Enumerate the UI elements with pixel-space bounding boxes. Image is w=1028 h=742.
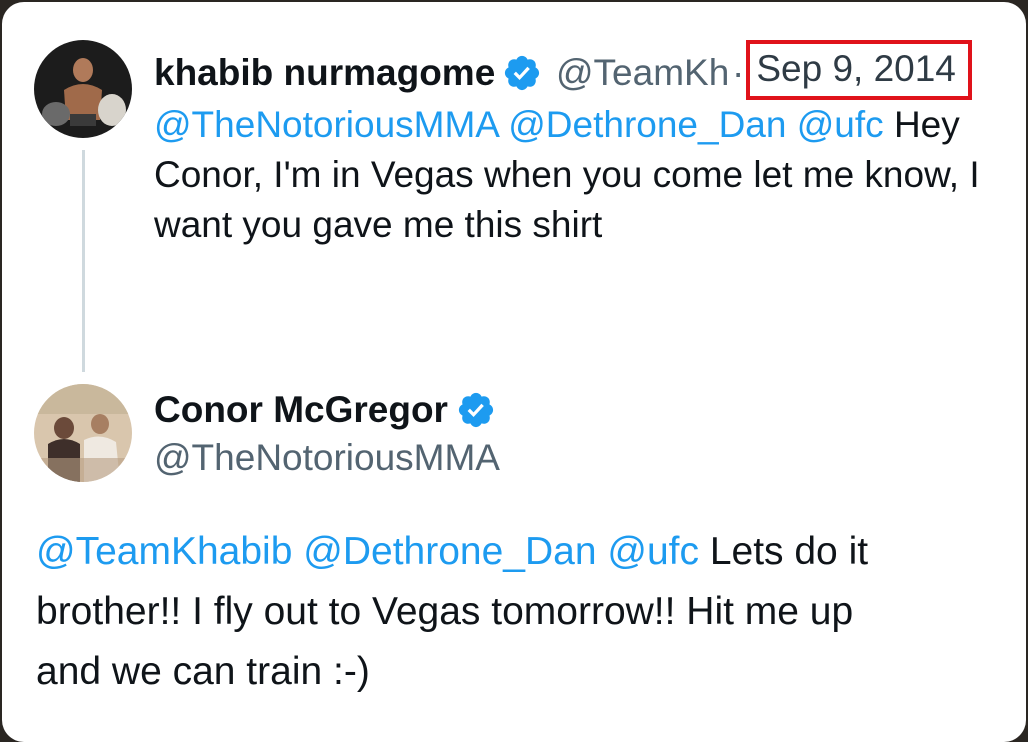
thread-connector-line	[82, 150, 85, 372]
tweet-date-highlighted[interactable]: Sep 9, 2014	[746, 40, 972, 100]
tweet-text-line: @TheNotoriousMMA @Dethrone_Dan @ufc Hey	[154, 100, 1014, 150]
display-name[interactable]: Conor McGregor	[154, 388, 448, 432]
tweet-text-line: Conor, I'm in Vegas when you come let me…	[154, 154, 980, 195]
reply-header: Conor McGregor	[154, 388, 496, 432]
mention-link[interactable]: @Dethrone_Dan	[303, 530, 596, 573]
user-avatar-icon	[34, 40, 132, 138]
user-handle[interactable]: @TheNotoriousMMA	[154, 436, 500, 480]
user-handle[interactable]: @TeamKh	[556, 51, 728, 95]
mention-link[interactable]: @TeamKhabib	[36, 530, 292, 573]
verified-badge-icon	[456, 390, 496, 430]
mention-link[interactable]: @TheNotoriousMMA	[154, 104, 498, 145]
mention-link[interactable]: @ufc	[607, 530, 699, 573]
tweet-text-line: want you gave me this shirt	[154, 204, 603, 245]
khabib-avatar[interactable]	[34, 40, 132, 138]
tweet-text-line: @TeamKhabib @Dethrone_Dan @ufc Lets do i…	[36, 522, 996, 582]
mention-link[interactable]: @ufc	[797, 104, 884, 145]
tweet-text-fragment: Lets do it	[698, 530, 869, 573]
tweet-text: @TheNotoriousMMA @Dethrone_Dan @ufc Hey …	[154, 100, 1014, 250]
mention-link[interactable]: @Dethrone_Dan	[508, 104, 786, 145]
conor-avatar[interactable]	[34, 384, 132, 482]
reply-text: @TeamKhabib @Dethrone_Dan @ufc Lets do i…	[36, 522, 996, 702]
tweet-header: khabib nurmagome @TeamKh · Sep 9, 2014	[154, 40, 972, 100]
verified-badge-icon	[502, 53, 542, 93]
user-avatar-icon	[34, 384, 132, 482]
tweet-text-line: and we can train :-)	[36, 650, 370, 693]
tweet-thread-card: khabib nurmagome @TeamKh · Sep 9, 2014 @…	[2, 2, 1026, 742]
tweet-text-fragment: Hey	[883, 104, 960, 145]
tweet-text-line: brother!! I fly out to Vegas tomorrow!! …	[36, 590, 854, 633]
separator-dot: ·	[732, 52, 745, 93]
display-name[interactable]: khabib nurmagome	[154, 51, 494, 95]
